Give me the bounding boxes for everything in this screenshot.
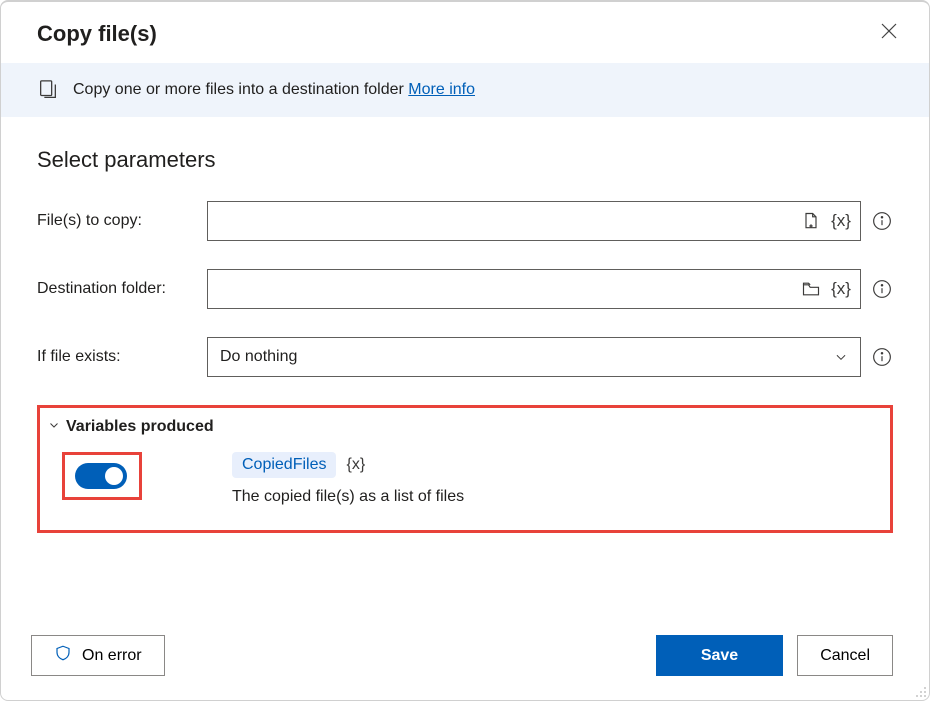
variable-info: CopiedFiles {x} The copied file(s) as a … [232,452,464,506]
info-icon[interactable] [871,210,893,232]
variables-produced-highlight: Variables produced CopiedFiles {x} The c… [37,405,893,533]
destination-folder-text[interactable] [220,270,792,308]
destination-folder-label: Destination folder: [37,280,197,298]
if-file-exists-label: If file exists: [37,348,197,366]
info-bar: Copy one or more files into a destinatio… [1,63,929,117]
cancel-button[interactable]: Cancel [797,635,893,676]
dialog-header: Copy file(s) [1,2,929,63]
chevron-down-icon[interactable] [830,346,852,368]
more-info-link[interactable]: More info [408,81,475,98]
destination-folder-input[interactable]: {x} [207,269,861,309]
toggle-highlight [62,452,142,500]
variable-token: {x} [346,456,365,474]
save-button[interactable]: Save [656,635,783,676]
if-file-exists-row: If file exists: Do nothing [37,337,893,377]
if-file-exists-select[interactable]: Do nothing [207,337,861,377]
info-icon[interactable] [871,346,893,368]
dialog-footer: On error Save Cancel [1,617,929,700]
variable-description: The copied file(s) as a list of files [232,488,464,506]
shield-icon [54,644,72,667]
files-to-copy-label: File(s) to copy: [37,212,197,230]
variable-toggle[interactable] [75,463,127,489]
files-to-copy-row: File(s) to copy: {x} [37,201,893,241]
resize-grip-icon[interactable] [913,684,927,698]
files-to-copy-input[interactable]: {x} [207,201,861,241]
file-picker-icon[interactable] [800,210,822,232]
variables-produced-header[interactable]: Variables produced [48,418,878,436]
copy-files-dialog: Copy file(s) Copy one or more files into… [0,0,930,701]
if-file-exists-value: Do nothing [220,348,297,366]
files-to-copy-text[interactable] [220,202,792,240]
toggle-knob [105,467,123,485]
close-icon[interactable] [877,18,901,49]
variables-produced-body: CopiedFiles {x} The copied file(s) as a … [48,452,878,506]
section-title: Select parameters [37,147,893,173]
variable-name-pill[interactable]: CopiedFiles [232,452,336,478]
copy-icon [37,79,59,101]
dialog-title: Copy file(s) [37,21,157,47]
on-error-button[interactable]: On error [31,635,165,676]
variable-icon[interactable]: {x} [830,210,852,232]
chevron-down-icon [48,418,60,436]
info-icon[interactable] [871,278,893,300]
folder-picker-icon[interactable] [800,278,822,300]
variable-icon[interactable]: {x} [830,278,852,300]
destination-folder-row: Destination folder: {x} [37,269,893,309]
info-text: Copy one or more files into a destinatio… [73,81,475,99]
dialog-body: Select parameters File(s) to copy: {x} D… [1,117,929,617]
